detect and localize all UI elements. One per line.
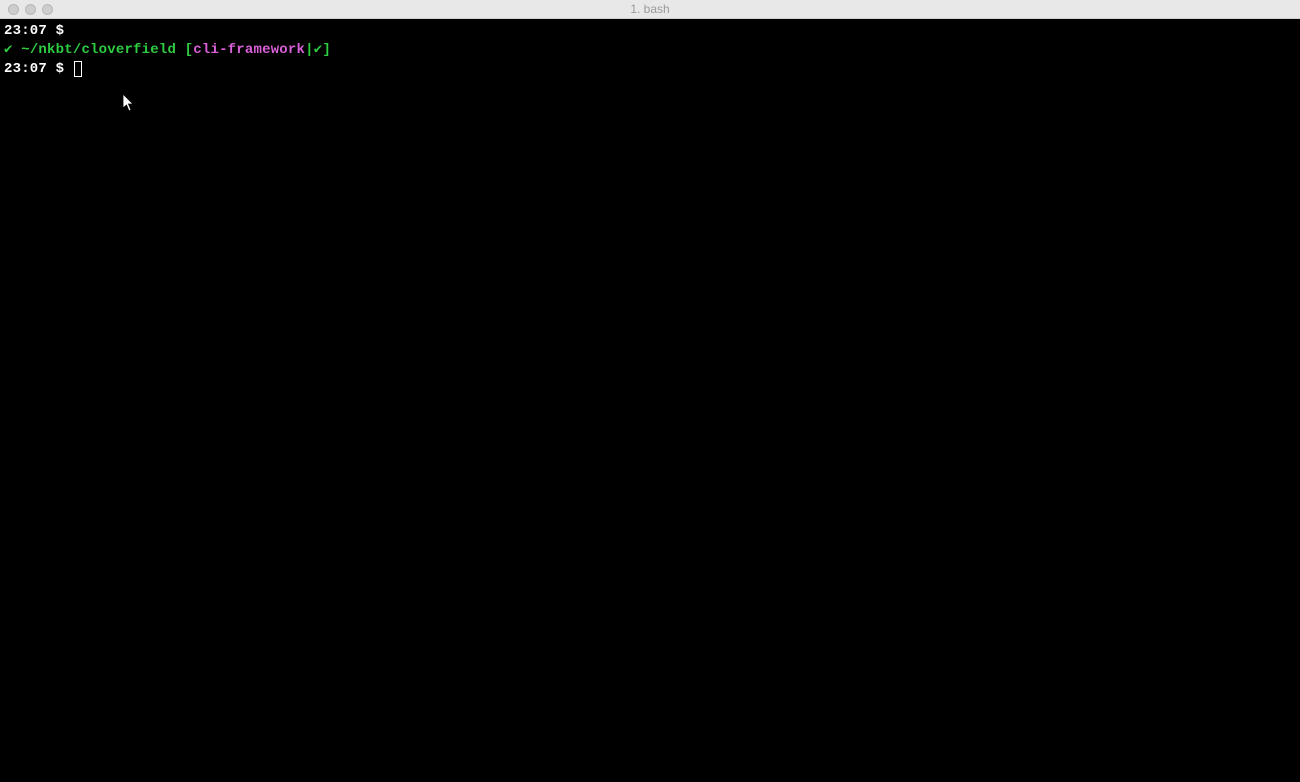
prompt-bracket-close: ]	[322, 42, 331, 58]
prompt-git-separator: |	[305, 42, 314, 58]
terminal-line: 23:07 $	[4, 22, 1296, 41]
minimize-window-button[interactable]	[25, 4, 36, 15]
prompt-path: ~/nkbt/cloverfield	[21, 42, 184, 58]
terminal-line: ✔ ~/nkbt/cloverfield [cli-framework|✔]	[4, 41, 1296, 60]
prompt-dollar: $	[47, 61, 73, 77]
prompt-dollar: $	[47, 23, 73, 39]
mouse-cursor-icon	[122, 93, 136, 113]
prompt-status-check-icon: ✔	[4, 42, 21, 58]
maximize-window-button[interactable]	[42, 4, 53, 15]
prompt-time: 23:07	[4, 61, 47, 77]
traffic-lights	[8, 4, 53, 15]
close-window-button[interactable]	[8, 4, 19, 15]
terminal-body[interactable]: 23:07 $ ✔ ~/nkbt/cloverfield [cli-framew…	[0, 19, 1300, 782]
prompt-bracket-open: [	[185, 42, 194, 58]
window-title: 1. bash	[630, 2, 669, 16]
terminal-line: 23:07 $	[4, 60, 1296, 79]
window-titlebar: 1. bash	[0, 0, 1300, 19]
prompt-time: 23:07	[4, 23, 47, 39]
terminal-cursor	[74, 61, 82, 77]
prompt-git-branch: cli-framework	[193, 42, 305, 58]
